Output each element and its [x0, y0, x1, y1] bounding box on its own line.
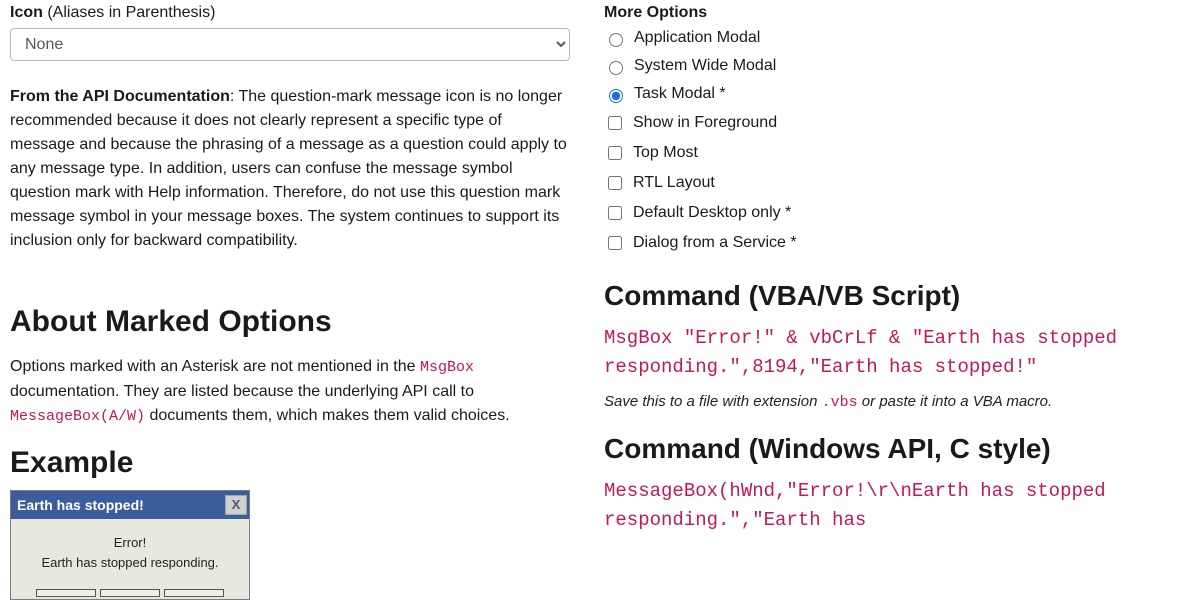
- option-label: Task Modal *: [634, 85, 726, 103]
- option-checkbox[interactable]: [608, 146, 622, 160]
- option-radio[interactable]: [609, 61, 623, 75]
- option-row[interactable]: Default Desktop only *: [604, 198, 1190, 228]
- messagebox-button[interactable]: [164, 589, 224, 597]
- option-label: RTL Layout: [633, 174, 715, 192]
- option-checkbox[interactable]: [608, 206, 622, 220]
- command-vba-code: MsgBox "Error!" & vbCrLf & "Earth has st…: [604, 324, 1190, 383]
- messagebox-button-row: [11, 589, 249, 599]
- more-options-group: Application Modal System Wide Modal Task M…: [604, 24, 1190, 258]
- option-row[interactable]: Top Most: [604, 138, 1190, 168]
- vbs-save-note: Save this to a file with extension .vbs …: [604, 393, 1190, 411]
- option-label: Application Modal: [634, 29, 760, 47]
- command-vba-heading: Command (VBA/VB Script): [604, 280, 1190, 312]
- messagebox-titlebar: Earth has stopped! X: [11, 491, 249, 519]
- option-row[interactable]: Application Modal: [604, 24, 1190, 52]
- messagebox-title: Earth has stopped!: [17, 497, 144, 513]
- option-checkbox[interactable]: [608, 236, 622, 250]
- option-radio[interactable]: [609, 89, 623, 103]
- messagebox-aw-code: MessageBox(A/W): [10, 408, 145, 425]
- about-marked-options-text: Options marked with an Asterisk are not …: [10, 355, 570, 428]
- api-documentation-text: : The question-mark message icon is no l…: [10, 88, 567, 249]
- messagebox-button[interactable]: [36, 589, 96, 597]
- messagebox-line1: Error!: [21, 533, 239, 553]
- option-label: System Wide Modal: [634, 57, 776, 75]
- icon-field-hint: (Aliases in Parenthesis): [47, 4, 215, 21]
- option-row[interactable]: RTL Layout: [604, 168, 1190, 198]
- option-label: Top Most: [633, 144, 698, 162]
- more-options-label: More Options: [604, 4, 1190, 22]
- option-row[interactable]: Task Modal *: [604, 80, 1190, 108]
- option-checkbox[interactable]: [608, 176, 622, 190]
- api-documentation-note: From the API Documentation: The question…: [10, 85, 570, 253]
- option-checkbox[interactable]: [608, 116, 622, 130]
- option-label: Default Desktop only *: [633, 204, 791, 222]
- msgbox-code: MsgBox: [420, 359, 474, 376]
- option-row[interactable]: System Wide Modal: [604, 52, 1190, 80]
- messagebox-preview: Earth has stopped! X Error! Earth has st…: [10, 490, 250, 600]
- messagebox-button[interactable]: [100, 589, 160, 597]
- vbs-extension-code: .vbs: [822, 394, 858, 411]
- about-marked-options-heading: About Marked Options: [10, 305, 570, 339]
- option-row[interactable]: Show in Foreground: [604, 108, 1190, 138]
- option-radio[interactable]: [609, 33, 623, 47]
- messagebox-line2: Earth has stopped responding.: [21, 553, 239, 573]
- icon-field-label: Icon: [10, 4, 43, 21]
- option-label: Show in Foreground: [633, 114, 777, 132]
- api-documentation-label: From the API Documentation: [10, 88, 230, 105]
- messagebox-close-button[interactable]: X: [225, 495, 247, 515]
- icon-select[interactable]: None: [10, 28, 570, 61]
- messagebox-body: Error! Earth has stopped responding.: [11, 519, 249, 589]
- example-heading: Example: [10, 446, 570, 480]
- command-c-heading: Command (Windows API, C style): [604, 433, 1190, 465]
- command-c-code: MessageBox(hWnd,"Error!\r\nEarth has sto…: [604, 477, 1190, 536]
- option-label: Dialog from a Service *: [633, 234, 797, 252]
- option-row[interactable]: Dialog from a Service *: [604, 228, 1190, 258]
